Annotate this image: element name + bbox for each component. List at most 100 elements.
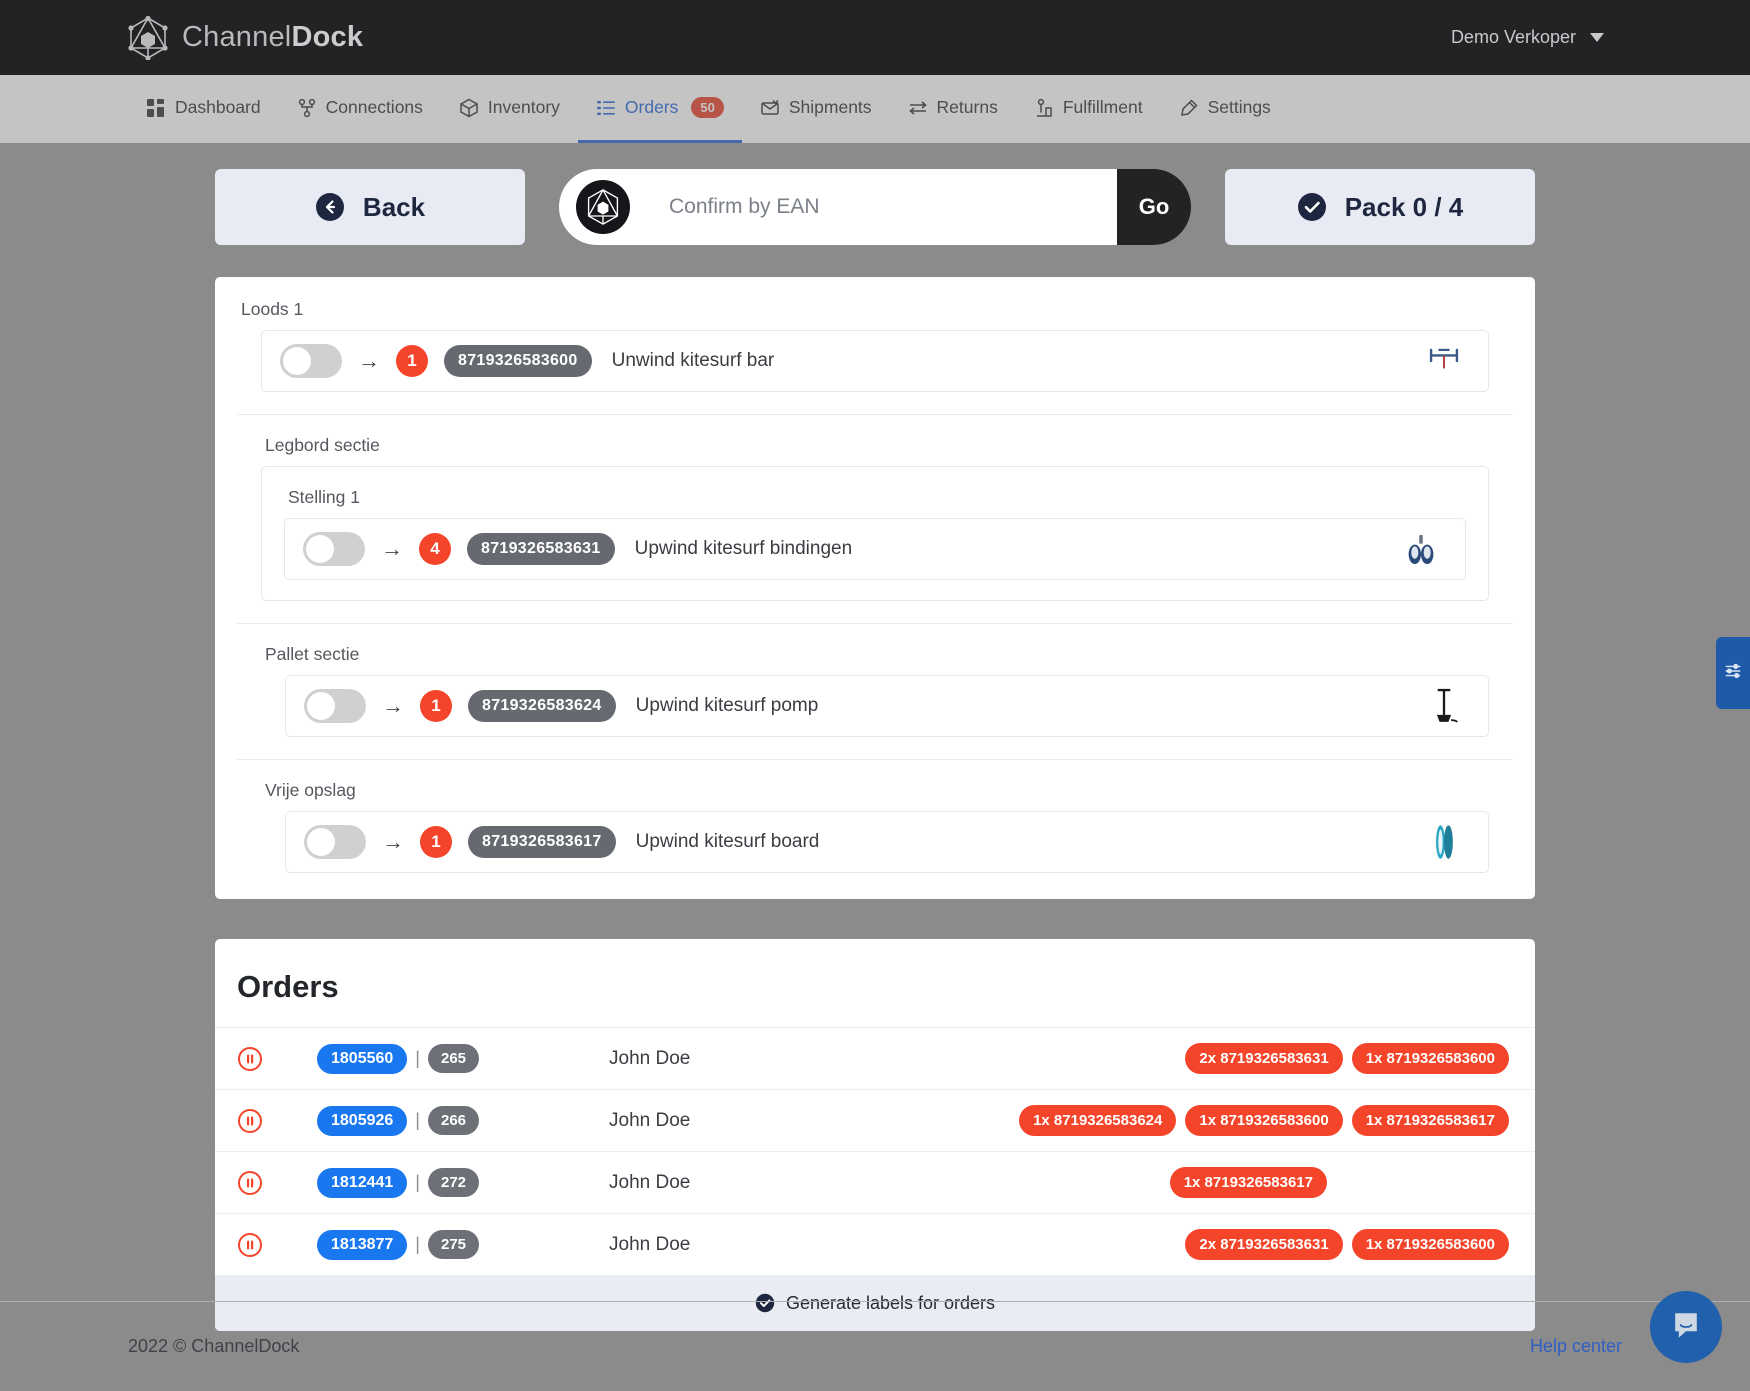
- nav-item-inventory[interactable]: Inventory: [441, 75, 578, 143]
- arrow-right-icon: →: [382, 693, 404, 718]
- arrow-right-icon: →: [381, 536, 403, 561]
- order-id-badge: 1812441: [317, 1167, 408, 1198]
- main-navigation: Dashboard Connections Inventory Orders 5…: [0, 75, 1750, 143]
- kitesurf-bar-thumb: [1418, 335, 1470, 387]
- pick-row-toggle[interactable]: [304, 825, 366, 859]
- user-menu[interactable]: Demo Verkoper: [1451, 27, 1714, 48]
- pick-list-card: Loods 1 → 1 8719326583600 Unwind kitesur…: [215, 277, 1535, 899]
- nav-label: Inventory: [487, 97, 560, 117]
- help-center-link[interactable]: Help center: [1530, 1336, 1622, 1357]
- chat-widget-button[interactable]: [1650, 1291, 1722, 1363]
- back-button-label: Back: [362, 191, 426, 222]
- order-row[interactable]: 1805560 | 265 John Doe 2x 8719326583631 …: [215, 1027, 1535, 1089]
- section-legbord: Legbord sectie Stelling 1 → 4 8719326583…: [237, 415, 1513, 601]
- nav-label: Connections: [325, 97, 423, 117]
- nav-label: Shipments: [788, 97, 872, 117]
- order-item-tag: 1x 8719326583617: [1351, 1105, 1509, 1136]
- list-icon: [596, 98, 616, 118]
- order-items: 2x 8719326583631 1x 8719326583600: [1185, 1043, 1513, 1074]
- pack-button-label: Pack 0 / 4: [1344, 191, 1464, 222]
- nav-item-shipments[interactable]: Shipments: [742, 75, 890, 143]
- pick-row-quantity: 1: [420, 826, 452, 858]
- section-label: Vrije opslag: [265, 780, 356, 800]
- order-customer: John Doe: [609, 1233, 691, 1255]
- nav-item-fulfillment[interactable]: Fulfillment: [1016, 75, 1161, 143]
- ean-go-button[interactable]: Go: [1117, 169, 1191, 245]
- arrow-left-circle-icon: [315, 192, 345, 222]
- pick-row[interactable]: → 4 8719326583631 Upwind kitesurf bindin…: [284, 518, 1466, 580]
- back-button[interactable]: Back: [215, 169, 525, 245]
- pause-circle-icon[interactable]: [237, 1170, 263, 1196]
- orders-title: Orders: [237, 969, 339, 1004]
- chevron-down-icon: [1590, 33, 1604, 42]
- order-number-badge: 272: [427, 1168, 480, 1197]
- order-item-tag: 1x 8719326583600: [1351, 1043, 1509, 1074]
- pack-button[interactable]: Pack 0 / 4: [1225, 169, 1535, 245]
- order-id-badge: 1805926: [317, 1105, 408, 1136]
- order-customer: John Doe: [609, 1171, 691, 1193]
- pick-row-quantity: 4: [419, 533, 451, 565]
- side-filter-tab[interactable]: [1716, 637, 1750, 709]
- section-vrije-opslag: Vrije opslag → 1 8719326583617 Upwind ki…: [237, 760, 1513, 873]
- nav-item-orders[interactable]: Orders 50: [577, 75, 742, 143]
- order-number-badge: 275: [427, 1230, 480, 1259]
- page-footer: 2022 © ChannelDock Help center: [0, 1301, 1750, 1391]
- nav-item-dashboard[interactable]: Dashboard: [128, 75, 279, 143]
- order-id-badge: 1805560: [317, 1043, 408, 1074]
- pick-row-ean: 8719326583624: [468, 690, 616, 722]
- ean-confirm-group: Go: [559, 169, 1191, 245]
- nav-item-returns[interactable]: Returns: [890, 75, 1016, 143]
- pick-row-toggle[interactable]: [304, 689, 366, 723]
- order-item-tag: 1x 8719326583600: [1351, 1229, 1509, 1260]
- chat-bubble-icon: [1668, 1307, 1704, 1348]
- brand-logo[interactable]: ChannelDock: [128, 15, 363, 61]
- pick-row-quantity: 1: [396, 345, 428, 377]
- shelf-group: Stelling 1 → 4 8719326583631 Upwind kite…: [261, 466, 1489, 601]
- pick-row-product: Upwind kitesurf bindingen: [634, 538, 853, 559]
- check-circle-icon: [1297, 192, 1327, 222]
- order-separator: |: [415, 1234, 420, 1254]
- brand-name-light: Channel: [182, 21, 292, 53]
- arrow-right-icon: →: [358, 348, 380, 373]
- order-row[interactable]: 1812441 | 272 John Doe 1x 8719326583617: [215, 1151, 1535, 1213]
- kitesurf-board-thumb: [1418, 816, 1470, 868]
- order-items: 1x 8719326583617: [1169, 1167, 1513, 1198]
- order-number-badge: 266: [427, 1106, 480, 1135]
- section-pallet: Pallet sectie → 1 8719326583624 Upwind k…: [237, 624, 1513, 737]
- copyright-text: 2022 © ChannelDock: [128, 1336, 300, 1356]
- order-row[interactable]: 1813877 | 275 John Doe 2x 8719326583631 …: [215, 1213, 1535, 1275]
- dashboard-grid-icon: [146, 98, 166, 118]
- pause-circle-icon[interactable]: [237, 1232, 263, 1258]
- pick-row-toggle[interactable]: [280, 344, 342, 378]
- pause-circle-icon[interactable]: [237, 1046, 263, 1072]
- ean-input[interactable]: [647, 169, 1117, 245]
- nav-item-connections[interactable]: Connections: [279, 75, 441, 143]
- fulfillment-icon: [1034, 98, 1054, 118]
- brand-name-bold: Dock: [291, 21, 364, 53]
- brand-name: ChannelDock: [182, 21, 363, 54]
- nav-item-settings[interactable]: Settings: [1161, 75, 1289, 143]
- pick-toolbar: Back Confirm by EAN Go Pack 0 / 4: [215, 143, 1535, 245]
- pick-row-ean: 8719326583617: [468, 826, 616, 858]
- pick-row[interactable]: → 1 8719326583624 Upwind kitesurf pomp: [285, 675, 1489, 737]
- ean-logo-badge: [559, 169, 647, 245]
- connections-node-icon: [297, 98, 317, 118]
- order-id-badge: 1813877: [317, 1229, 408, 1260]
- orders-count-badge: 50: [691, 97, 724, 118]
- pause-circle-icon[interactable]: [237, 1108, 263, 1134]
- shipment-envelope-icon: [760, 98, 780, 118]
- user-name-label: Demo Verkoper: [1450, 27, 1576, 47]
- nav-label: Dashboard: [175, 97, 261, 117]
- order-item-tag: 1x 8719326583624: [1019, 1105, 1177, 1136]
- pick-row[interactable]: → 1 8719326583617 Upwind kitesurf board: [285, 811, 1489, 873]
- pick-row[interactable]: → 1 8719326583600 Unwind kitesurf bar: [261, 330, 1489, 392]
- order-item-tag: 1x 8719326583617: [1169, 1167, 1327, 1198]
- order-items: 1x 8719326583624 1x 8719326583600 1x 871…: [1019, 1105, 1513, 1136]
- pick-row-product: Unwind kitesurf bar: [611, 350, 775, 371]
- box-icon: [459, 98, 479, 118]
- order-row[interactable]: 1805926 | 266 John Doe 1x 8719326583624 …: [215, 1089, 1535, 1151]
- pick-row-toggle[interactable]: [303, 532, 365, 566]
- nav-label: Fulfillment: [1062, 97, 1143, 117]
- nav-label: Orders: [624, 97, 679, 117]
- pick-row-quantity: 1: [420, 690, 452, 722]
